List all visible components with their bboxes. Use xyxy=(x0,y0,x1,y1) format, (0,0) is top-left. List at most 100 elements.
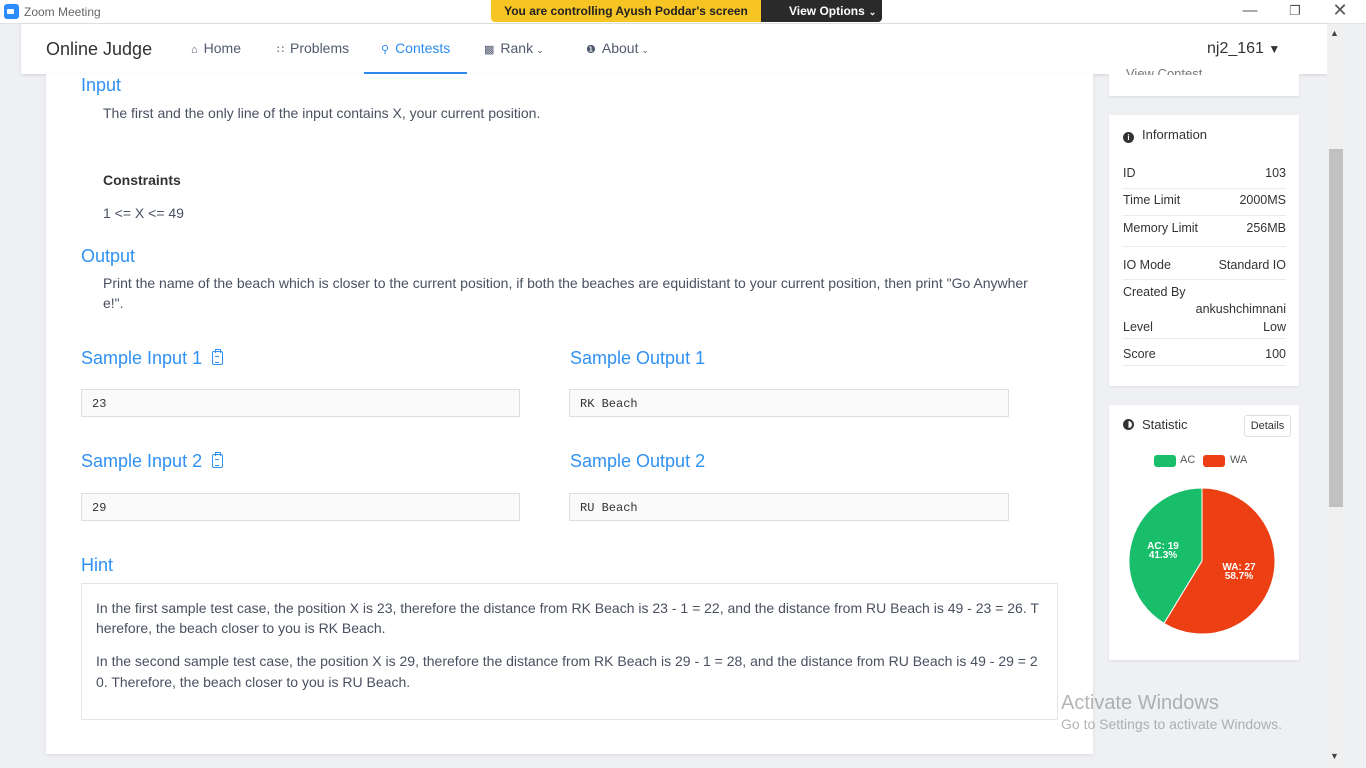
nav-home-label: Home xyxy=(203,40,242,56)
hint-paragraph-1-line1: In the first sample test case, the posit… xyxy=(96,600,1039,616)
info-id-label: ID xyxy=(1123,166,1136,180)
view-contest-label: View Contest xyxy=(1126,67,1203,75)
remote-control-banner: You are controlling Ayush Poddar's scree… xyxy=(491,0,761,22)
nav-problems-label: Problems xyxy=(290,40,350,56)
trophy-icon: ⚲ xyxy=(381,44,390,56)
statistic-header: Statistic xyxy=(1123,417,1188,432)
legend-ac-swatch[interactable] xyxy=(1154,455,1176,467)
info-created-value: ankushchimnani xyxy=(1195,302,1286,316)
info-time-label: Time Limit xyxy=(1123,193,1181,207)
info-row-io: IO Mode Standard IO xyxy=(1123,258,1286,272)
nav-about-label: About xyxy=(601,40,639,56)
info-score-value: 100 xyxy=(1265,347,1286,361)
view-contest-card xyxy=(1109,74,1299,96)
sample-output-1-title: Sample Output 1 xyxy=(570,348,706,368)
zoom-logo-icon xyxy=(4,4,19,19)
info-id-value: 103 xyxy=(1265,166,1286,180)
sample-input-2-title: Sample Input 2 xyxy=(81,451,224,472)
legend-ac-label[interactable]: AC xyxy=(1180,454,1195,466)
information-header: i Information xyxy=(1123,127,1207,143)
zoom-window-title: Zoom Meeting xyxy=(24,5,101,19)
activate-windows-subtitle: Go to Settings to activate Windows. xyxy=(1061,716,1282,732)
sample-output-2-title: Sample Output 2 xyxy=(570,451,706,471)
bar-chart-icon: ▩ xyxy=(484,44,495,56)
nav-about[interactable]: ❶ About ⌄ xyxy=(586,40,649,56)
restore-icon[interactable]: ❐ xyxy=(1285,3,1305,19)
statistic-title: Statistic xyxy=(1142,417,1188,432)
hint-paragraph-1-line2: herefore, the beach closer to you is RK … xyxy=(96,620,386,636)
information-card: i Information ID 103 Time Limit 2000MS Memo… xyxy=(1109,115,1299,386)
legend-wa-swatch[interactable] xyxy=(1203,455,1225,467)
scrollbar-thumb[interactable] xyxy=(1329,149,1343,507)
info-row-memory: Memory Limit 256MB xyxy=(1123,221,1286,235)
output-section-title: Output xyxy=(81,246,136,266)
info-divider xyxy=(1123,188,1286,189)
pie-label-wa-percent: 58.7% xyxy=(1225,571,1253,582)
activate-windows-title: Activate Windows xyxy=(1061,692,1219,714)
input-description: The first and the only line of the input… xyxy=(103,105,541,121)
sample-output-2-box[interactable]: RU Beach xyxy=(569,493,1009,521)
constraints-text: 1 <= X <= 49 xyxy=(103,205,184,221)
info-divider xyxy=(1123,246,1286,247)
info-divider xyxy=(1123,279,1286,280)
grid-icon: ∷ xyxy=(277,44,284,56)
statistic-pie-chart: AC: 19 41.3% WA: 27 58.7% xyxy=(1128,487,1276,635)
chevron-down-icon: ⌄ xyxy=(868,7,877,17)
nav-problems[interactable]: ∷ Problems xyxy=(277,40,349,56)
minimize-icon[interactable]: — xyxy=(1240,2,1260,19)
info-row-created: Created By xyxy=(1123,285,1286,299)
brand-title[interactable]: Online Judge xyxy=(46,39,152,60)
info-divider xyxy=(1123,365,1286,366)
info-row-level: Level Low xyxy=(1123,320,1286,334)
info-time-value: 2000MS xyxy=(1239,193,1286,207)
zoom-title-bar: Zoom Meeting You are controlling Ayush P… xyxy=(0,0,1366,24)
info-level-value: Low xyxy=(1263,320,1286,334)
view-options-label: View Options xyxy=(789,4,865,18)
close-icon[interactable]: ✕ xyxy=(1330,0,1350,21)
caret-down-icon: ▼ xyxy=(1268,42,1281,56)
info-memory-value: 256MB xyxy=(1246,221,1286,235)
home-icon: ⌂ xyxy=(191,44,198,56)
pie-chart-icon xyxy=(1123,419,1134,430)
clipboard-icon[interactable] xyxy=(212,452,224,468)
info-row-id: ID 103 xyxy=(1123,166,1286,180)
info-io-label: IO Mode xyxy=(1123,258,1171,272)
info-divider xyxy=(1123,215,1286,216)
hint-section-title: Hint xyxy=(81,555,114,575)
chevron-down-icon: ⌄ xyxy=(641,45,650,55)
details-button[interactable]: Details xyxy=(1244,415,1291,437)
sample-input-2-box[interactable]: 29 xyxy=(81,493,520,521)
sample-output-1-box[interactable]: RK Beach xyxy=(569,389,1009,417)
sample-input-1-label: Sample Input 1 xyxy=(81,348,203,368)
info-io-value: Standard IO xyxy=(1218,258,1286,272)
sample-input-1-box[interactable]: 23 xyxy=(81,389,520,417)
vertical-scrollbar[interactable]: ▲ ▼ xyxy=(1327,24,1345,768)
info-score-label: Score xyxy=(1123,347,1156,361)
sample-input-2-label: Sample Input 2 xyxy=(81,451,203,471)
hint-paragraph-2-line1: In the second sample test case, the posi… xyxy=(96,653,1038,669)
hint-paragraph-2-line2: 0. Therefore, the beach closer to you is… xyxy=(96,674,411,690)
nav-contests[interactable]: ⚲ Contests xyxy=(381,40,450,56)
sample-input-1-title: Sample Input 1 xyxy=(81,348,224,369)
constraints-title: Constraints xyxy=(103,172,181,188)
information-title: Information xyxy=(1142,127,1208,142)
info-divider xyxy=(1123,338,1286,339)
view-options-button[interactable]: View Options ⌄ xyxy=(761,0,882,22)
scroll-down-icon[interactable]: ▼ xyxy=(1330,751,1339,761)
scroll-up-icon[interactable]: ▲ xyxy=(1330,28,1339,38)
statistic-card: Statistic Details AC WA AC: 19 41.3% WA:… xyxy=(1109,405,1299,660)
legend-wa-label[interactable]: WA xyxy=(1230,454,1247,466)
pie-label-ac-percent: 41.3% xyxy=(1149,550,1177,561)
info-memory-label: Memory Limit xyxy=(1123,221,1199,235)
nav-rank-label: Rank xyxy=(500,40,534,56)
user-menu[interactable]: nj2_161 ▼ xyxy=(1207,40,1280,58)
view-contest-link[interactable]: View Contest xyxy=(1126,67,1202,75)
chevron-down-icon: ⌄ xyxy=(536,45,544,55)
nav-home[interactable]: ⌂ Home xyxy=(191,40,241,56)
nav-rank[interactable]: ▩ Rank ⌄ xyxy=(484,40,544,56)
input-section-title: Input xyxy=(81,75,122,95)
clipboard-icon[interactable] xyxy=(212,349,224,365)
info-row-time: Time Limit 2000MS xyxy=(1123,193,1286,207)
info-icon: ❶ xyxy=(586,44,596,56)
info-icon: i xyxy=(1123,132,1134,143)
